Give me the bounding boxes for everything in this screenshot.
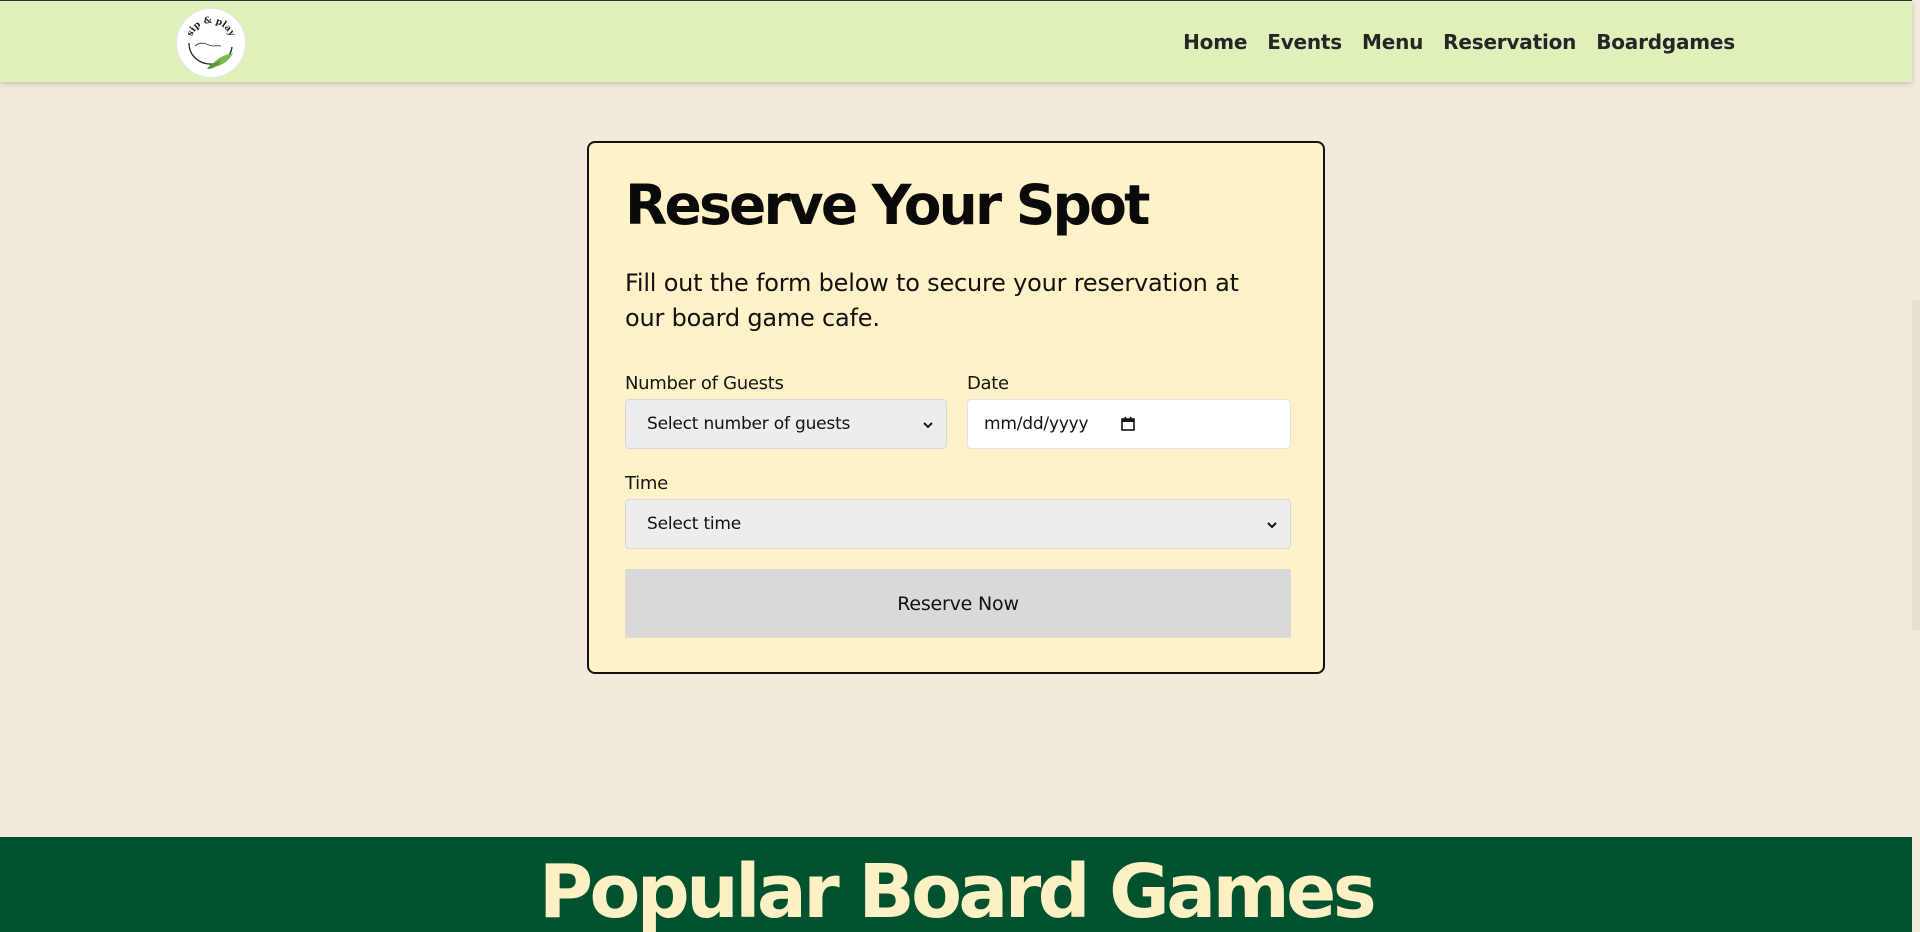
page: sip & play Home Events Menu Reservation … <box>0 0 1912 932</box>
guests-select[interactable]: Select number of guests <box>625 399 947 449</box>
logo-icon: sip & play <box>185 16 237 69</box>
nav-reservation-link[interactable]: Reservation <box>1443 30 1576 54</box>
popular-games-heading: Popular Board Games <box>538 849 1377 932</box>
chevron-down-icon <box>1267 522 1277 529</box>
reservation-title: Reserve Your Spot <box>625 173 1150 237</box>
nav-boardgames-link[interactable]: Boardgames <box>1596 30 1735 54</box>
svg-text:sip & play: sip & play <box>185 16 236 39</box>
time-select[interactable]: Select time <box>625 499 1291 549</box>
guests-label: Number of Guests <box>625 373 784 394</box>
guests-select-value: Select number of guests <box>647 414 851 434</box>
nav-home-link[interactable]: Home <box>1183 30 1247 54</box>
date-label: Date <box>967 373 1009 394</box>
popular-games-section: Popular Board Games <box>0 837 1912 932</box>
date-input[interactable]: mm/dd/yyyy <box>967 399 1291 449</box>
time-select-value: Select time <box>647 514 742 534</box>
chevron-down-icon <box>923 422 933 429</box>
navbar: sip & play Home Events Menu Reservation … <box>0 0 1912 82</box>
scrollbar[interactable] <box>1912 0 1920 932</box>
nav-links: Home Events Menu Reservation Boardgames <box>1183 1 1735 83</box>
reserve-now-button[interactable]: Reserve Now <box>625 569 1291 638</box>
nav-menu-link[interactable]: Menu <box>1362 30 1423 54</box>
time-label: Time <box>625 473 668 494</box>
nav-events-link[interactable]: Events <box>1267 30 1342 54</box>
calendar-icon[interactable] <box>1120 416 1136 432</box>
logo[interactable]: sip & play <box>177 9 245 77</box>
date-placeholder: mm/dd/yyyy <box>984 414 1089 434</box>
reservation-card: Reserve Your Spot Fill out the form belo… <box>587 141 1325 674</box>
scrollbar-thumb[interactable] <box>1912 300 1920 630</box>
reservation-subtitle: Fill out the form below to secure your r… <box>625 269 1239 332</box>
